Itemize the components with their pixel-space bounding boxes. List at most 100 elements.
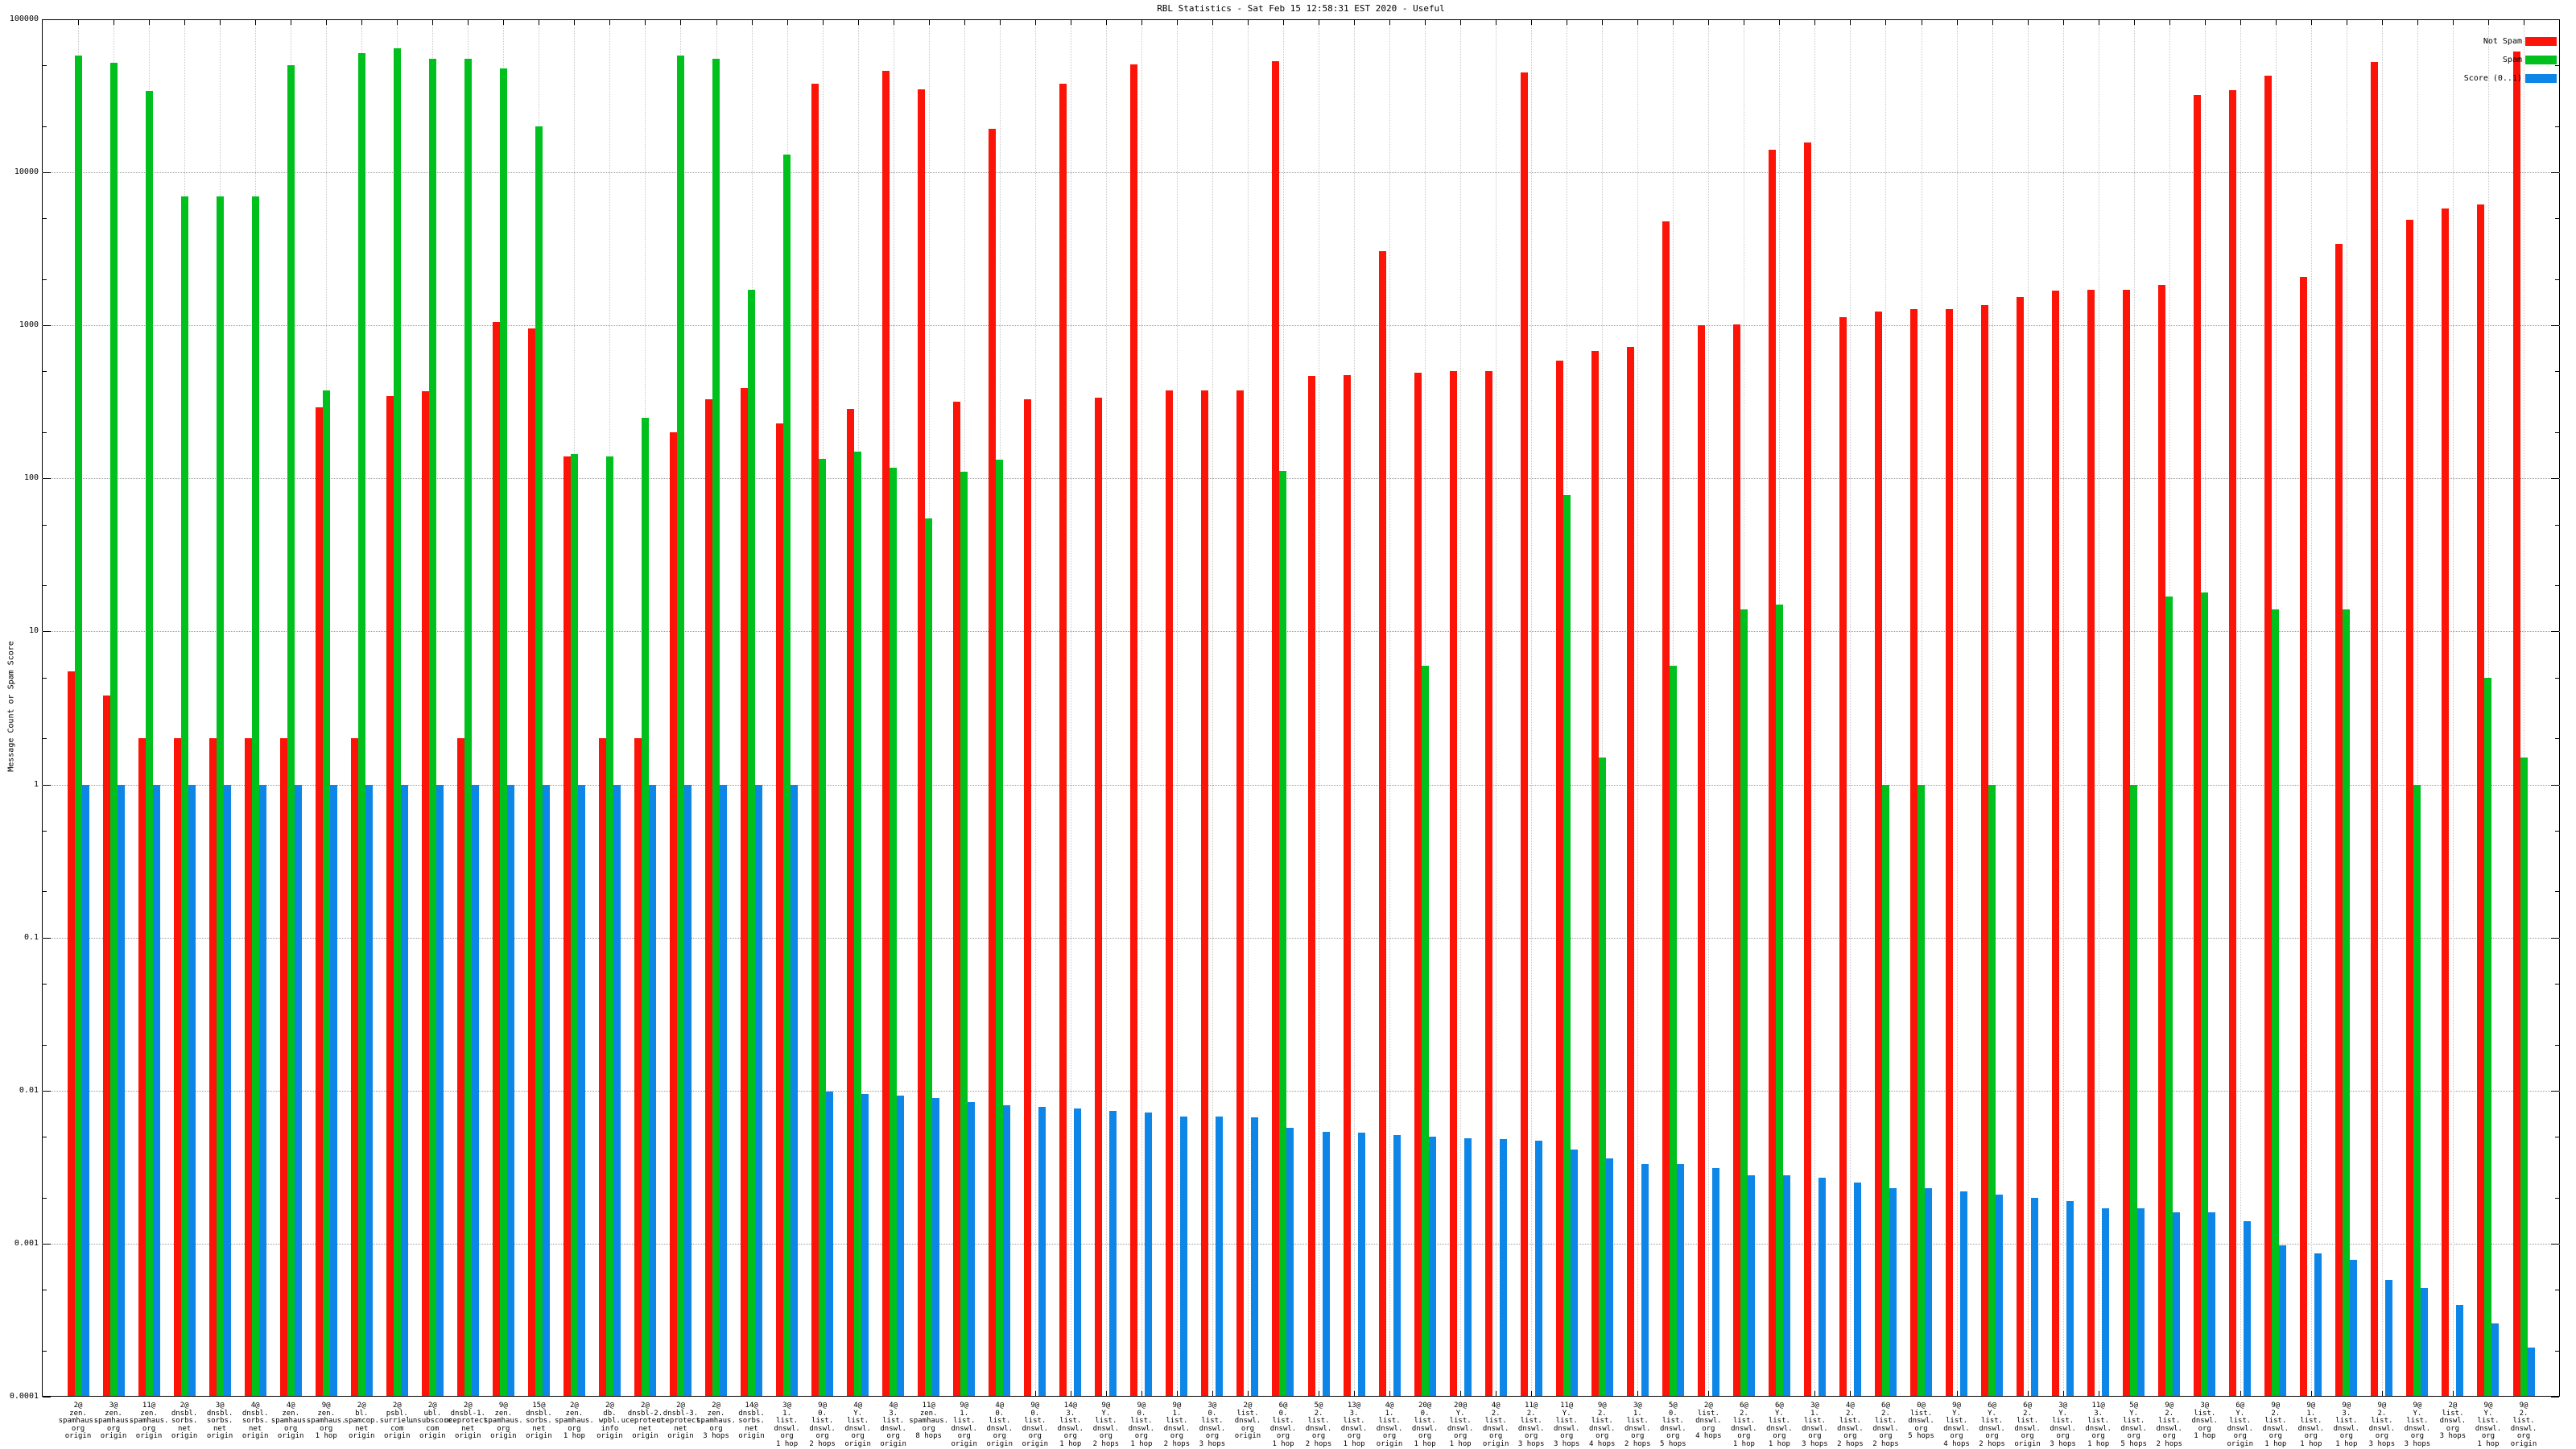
x-tick-top [964, 20, 965, 25]
bar-not-spam [882, 71, 890, 1396]
bar-not-spam [2087, 289, 2095, 1396]
bar-not-spam [918, 89, 926, 1396]
y-tick-minor [43, 891, 47, 893]
x-tick-bottom [1708, 1391, 1710, 1396]
x-tick-top [468, 20, 469, 25]
bar-score [2421, 1288, 2429, 1396]
y-gridline [42, 937, 2560, 939]
bar-not-spam [1378, 251, 1386, 1396]
bar-score [1711, 1168, 1719, 1396]
bar-not-spam [1839, 317, 1847, 1396]
y-tick-minor [2555, 1044, 2559, 1046]
bar-not-spam [2194, 95, 2202, 1396]
bar-score [1109, 1110, 1117, 1396]
bar-not-spam [741, 387, 749, 1396]
bar-score [329, 784, 337, 1396]
bar-spam [535, 126, 543, 1396]
bar-spam [2413, 784, 2421, 1396]
bar-score [2066, 1200, 2074, 1396]
y-tick-minor [43, 983, 47, 985]
bar-spam [570, 453, 578, 1396]
bar-spam [322, 390, 330, 1396]
y-tick-major [2551, 631, 2559, 633]
bar-not-spam [1414, 373, 1422, 1396]
x-tick-bottom [1176, 1391, 1178, 1396]
x-tick-top [2452, 20, 2454, 25]
x-tick-top [2381, 20, 2383, 25]
y-tick-label: 1000 [19, 320, 39, 330]
bar-not-spam [1697, 325, 1705, 1396]
bar-not-spam [1910, 309, 1918, 1396]
bar-score [471, 784, 479, 1396]
bar-not-spam [2406, 220, 2414, 1396]
bar-spam [251, 196, 259, 1396]
x-tick-top [184, 20, 186, 25]
bar-not-spam [847, 409, 855, 1396]
bar-score [755, 784, 763, 1396]
bar-spam [1563, 494, 1571, 1396]
bar-not-spam [279, 738, 287, 1396]
bar-score [1782, 1174, 1790, 1396]
bar-not-spam [527, 328, 535, 1396]
x-tick-top [2062, 20, 2064, 25]
bar-not-spam [2158, 284, 2166, 1396]
y-tick-major [2551, 1090, 2559, 1092]
x-tick-top [1425, 20, 1426, 25]
y-tick-label: 100000 [9, 14, 39, 23]
x-tick-top [928, 20, 930, 25]
bar-not-spam [1626, 347, 1634, 1396]
y-tick-major [2551, 172, 2559, 174]
x-tick-top [2027, 20, 2029, 25]
y-tick-minor [43, 1350, 47, 1352]
y-tick-minor [2555, 432, 2559, 434]
bar-score [1463, 1137, 1472, 1396]
bar-not-spam [1059, 83, 1067, 1396]
y-gridline [42, 1243, 2560, 1245]
y-tick-minor [2555, 738, 2559, 740]
x-tick-top [716, 20, 717, 25]
bar-spam [1421, 665, 1429, 1396]
bar-not-spam [1130, 64, 1138, 1396]
bar-score [1534, 1141, 1542, 1396]
bar-not-spam [350, 738, 358, 1396]
bar-score [1641, 1164, 1649, 1396]
bar-not-spam [634, 738, 642, 1396]
y-tick-minor [2555, 279, 2559, 280]
y-tick-minor [2555, 1350, 2559, 1352]
y-tick-minor [43, 830, 47, 832]
y-tick-label: 0.01 [19, 1085, 39, 1095]
bar-score [932, 1098, 940, 1396]
y-tick-major [2551, 478, 2559, 480]
bar-not-spam [1484, 370, 1492, 1396]
x-tick-top [2240, 20, 2241, 25]
bar-score [613, 784, 621, 1396]
bar-score [897, 1095, 905, 1396]
y-tick-major [2551, 1243, 2559, 1245]
x-tick-bottom [1460, 1391, 1462, 1396]
bar-not-spam [598, 738, 606, 1396]
bar-score [1889, 1188, 1897, 1396]
bar-not-spam [421, 391, 429, 1396]
x-tick-top [999, 20, 1001, 25]
y-tick-major [43, 1243, 51, 1245]
bar-score [400, 784, 408, 1396]
bar-not-spam [2300, 277, 2308, 1396]
bar-score [1038, 1107, 1046, 1396]
x-tick-top [751, 20, 753, 25]
bar-score [2385, 1279, 2393, 1396]
bar-score [2456, 1304, 2464, 1396]
x-tick-top [1814, 20, 1816, 25]
bar-not-spam [1874, 312, 1882, 1396]
bar-spam [854, 451, 862, 1396]
bar-not-spam [1201, 390, 1209, 1396]
bar-spam [605, 456, 613, 1396]
bar-score [1322, 1131, 1330, 1396]
bar-not-spam [1307, 375, 1315, 1396]
x-gridline [1708, 20, 1710, 1396]
x-tick-top [397, 20, 398, 25]
y-tick-minor [2555, 585, 2559, 587]
bar-score [1818, 1177, 1826, 1396]
bar-spam [1775, 604, 1783, 1396]
bar-score [1428, 1137, 1436, 1396]
bar-score [2208, 1212, 2216, 1396]
